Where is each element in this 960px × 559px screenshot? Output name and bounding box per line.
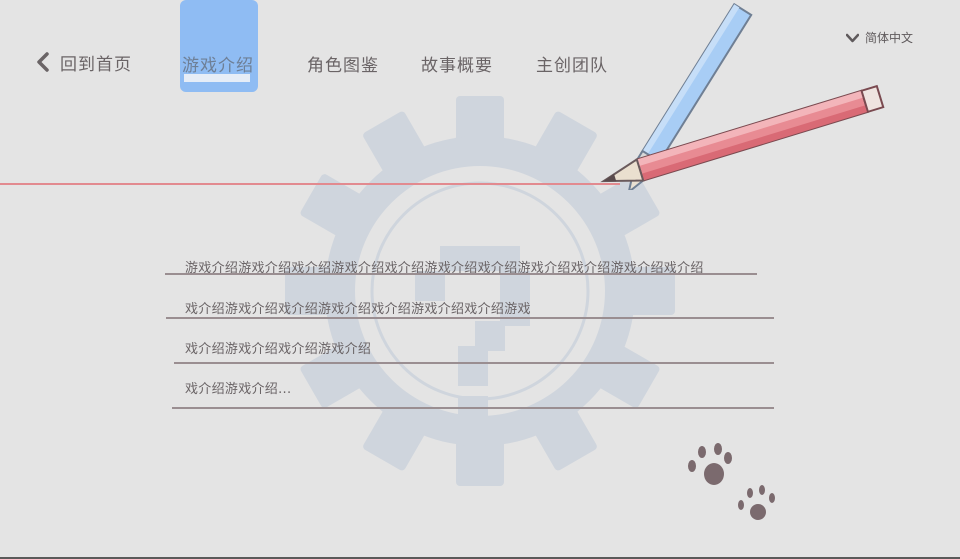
intro-text-line: 戏介绍游戏介绍... bbox=[185, 382, 292, 397]
language-selector[interactable]: 简体中文 bbox=[846, 29, 913, 46]
tab-game-intro[interactable]: 游戏介绍 bbox=[182, 51, 254, 76]
language-label: 简体中文 bbox=[865, 31, 914, 45]
line-rule bbox=[165, 273, 757, 275]
line-rule bbox=[166, 317, 774, 319]
chevron-left-icon bbox=[37, 52, 49, 72]
intro-text-line: 戏介绍游戏介绍戏介绍游戏介绍戏介绍游戏介绍戏介绍游戏 bbox=[185, 302, 531, 317]
line-rule bbox=[172, 407, 774, 409]
tab-story-summary[interactable]: 故事概要 bbox=[421, 51, 493, 76]
chevron-down-icon bbox=[846, 33, 859, 42]
active-tab-highlight bbox=[180, 0, 258, 92]
red-line-divider bbox=[0, 183, 620, 185]
line-rule bbox=[174, 362, 774, 364]
paw-print-icon bbox=[688, 443, 775, 520]
back-to-home-button[interactable]: 回到首页 bbox=[36, 50, 132, 75]
top-navigation: 回到首页 游戏介绍 角色图鉴 故事概要 主创团队 简体中文 bbox=[0, 0, 960, 100]
tab-creative-team[interactable]: 主创团队 bbox=[536, 51, 608, 76]
back-to-home-label: 回到首页 bbox=[60, 54, 132, 75]
intro-text-line: 戏介绍游戏介绍戏介绍游戏介绍 bbox=[185, 342, 372, 357]
tab-character-gallery[interactable]: 角色图鉴 bbox=[307, 51, 379, 76]
